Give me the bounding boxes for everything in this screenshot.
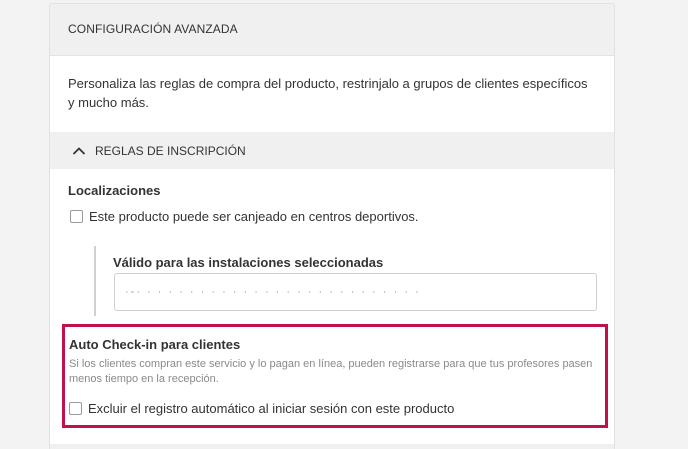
redeem-at-centers-row[interactable]: Este producto puede ser canjeado en cent… — [70, 209, 419, 224]
section-header-enrollment-rules[interactable]: REGLAS DE INSCRIPCIÓN — [50, 132, 614, 169]
indent-divider — [94, 246, 96, 316]
redeem-at-centers-label: Este producto puede ser canjeado en cent… — [89, 209, 419, 224]
facilities-select-input[interactable]: ·-· · · · · · · · · · · · · · · · · · · … — [114, 273, 597, 311]
chevron-up-icon — [72, 146, 86, 155]
facilities-label: Válido para las instalaciones selecciona… — [113, 255, 384, 270]
locations-label: Localizaciones — [68, 183, 161, 198]
auto-checkin-label: Auto Check-in para clientes — [69, 337, 241, 352]
auto-checkin-help-text: Si los clientes compran este servicio y … — [69, 358, 593, 385]
card-header-title: CONFIGURACIÓN AVANZADA — [50, 4, 614, 56]
section-title: REGLAS DE INSCRIPCIÓN — [95, 143, 246, 158]
next-section-strip — [50, 444, 614, 449]
intro-text: Personaliza las reglas de compra del pro… — [68, 76, 588, 110]
exclude-auto-checkin-row[interactable]: Excluir el registro automático al inicia… — [69, 401, 454, 416]
exclude-auto-checkin-label: Excluir el registro automático al inicia… — [88, 401, 455, 416]
redeem-at-centers-checkbox[interactable] — [70, 210, 83, 223]
exclude-auto-checkin-checkbox[interactable] — [69, 402, 82, 415]
